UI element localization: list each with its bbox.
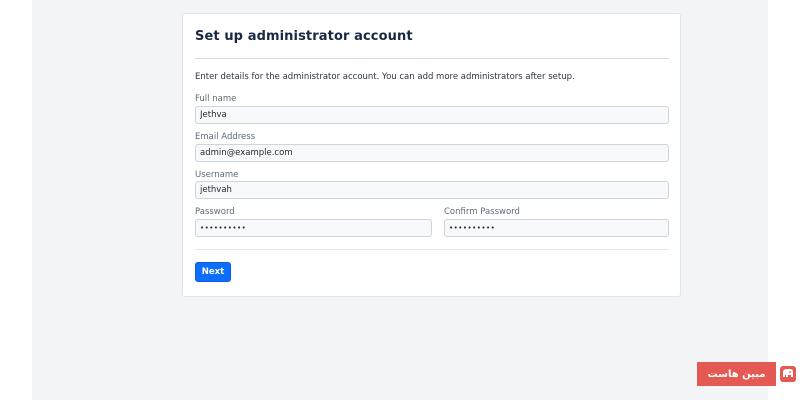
- username-label: Username: [195, 170, 239, 180]
- password-input[interactable]: [195, 219, 432, 237]
- full-name-input[interactable]: [195, 106, 669, 124]
- title-divider: [195, 58, 669, 59]
- email-input[interactable]: [195, 144, 669, 162]
- next-button[interactable]: Next: [195, 262, 231, 282]
- page-title: Set up administrator account: [195, 29, 413, 44]
- confirm-password-input[interactable]: [444, 219, 669, 237]
- watermark-badge: مبین هاست: [697, 362, 800, 386]
- form-divider: [195, 249, 669, 250]
- setup-card: Set up administrator account Enter detai…: [182, 13, 681, 297]
- password-label: Password: [195, 207, 235, 217]
- watermark-text: مبین هاست: [697, 362, 776, 386]
- elephant-logo-icon: [776, 362, 800, 386]
- username-input[interactable]: [195, 181, 669, 199]
- email-label: Email Address: [195, 132, 256, 142]
- confirm-password-label: Confirm Password: [444, 207, 520, 217]
- full-name-label: Full name: [195, 94, 237, 104]
- intro-text: Enter details for the administrator acco…: [195, 72, 575, 82]
